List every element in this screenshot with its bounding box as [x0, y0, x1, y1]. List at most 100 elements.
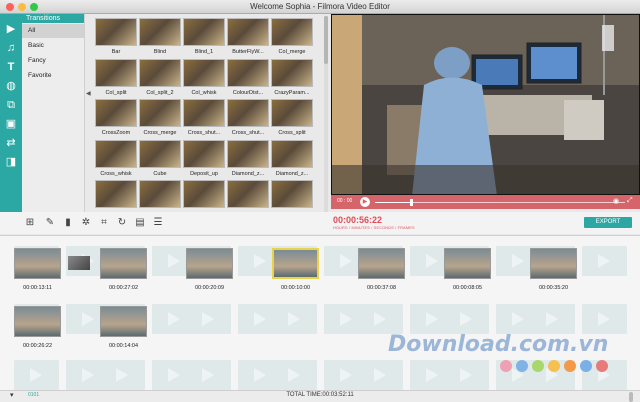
transition-item[interactable]: Cross_split	[271, 99, 313, 136]
image-icon[interactable]: ▣	[4, 117, 18, 131]
transition-item[interactable]: Col_merge	[271, 18, 313, 55]
transition-thumbnail	[139, 99, 181, 127]
storyboard-clip[interactable]	[186, 248, 233, 279]
add-media-icon[interactable]: ⊞	[24, 217, 36, 229]
transition-thumbnail	[271, 99, 313, 127]
transition-item[interactable]: Cross_merge	[139, 99, 181, 136]
storyboard-clip[interactable]	[358, 248, 405, 279]
current-time: 00 : 00	[337, 198, 353, 204]
transition-item[interactable]	[227, 180, 269, 211]
transition-scrollbar[interactable]	[324, 16, 328, 212]
playback-bar: 00 : 00 ▶ ◉ ⤢	[331, 195, 640, 209]
transition-label: Diamond_z...	[231, 170, 265, 177]
empty-slot[interactable]	[582, 246, 627, 276]
empty-slot[interactable]	[186, 304, 231, 334]
transition-label: Col_split_2	[146, 89, 174, 96]
storyboard-clip[interactable]	[530, 248, 577, 279]
title-bar: Welcome Sophia - Filmora Video Editor	[0, 0, 640, 14]
total-time: TOTAL TIME:00:03:52:11	[286, 392, 354, 398]
transition-item[interactable]: ButterFlyW...	[227, 18, 269, 55]
transition-item[interactable]	[95, 180, 137, 211]
snapshot-icon[interactable]: ◉	[613, 197, 619, 205]
preview-frame	[332, 15, 639, 194]
zoom-window-button[interactable]	[30, 3, 38, 11]
storyboard-clip[interactable]	[444, 248, 491, 279]
storyboard-clip[interactable]	[100, 306, 147, 337]
export-button[interactable]: EXPORT	[584, 217, 632, 228]
empty-slot[interactable]	[14, 360, 59, 390]
color-icon[interactable]: ✲	[80, 217, 92, 229]
transition-item[interactable]: Col_split_2	[139, 58, 181, 96]
empty-slot[interactable]	[582, 304, 627, 334]
transition-thumbnail	[227, 18, 269, 46]
screenshot-icon[interactable]: ▤	[134, 217, 146, 229]
transition-item[interactable]: Cross_whisk	[95, 139, 137, 177]
empty-slot[interactable]	[358, 360, 403, 390]
rotate-icon[interactable]: ↻	[116, 217, 128, 229]
transition-item[interactable]	[139, 180, 181, 211]
category-all[interactable]: All	[22, 24, 84, 38]
watermark-dot	[596, 360, 608, 372]
empty-slot[interactable]	[272, 360, 317, 390]
minimize-window-button[interactable]	[18, 3, 26, 11]
film-icon[interactable]: ▶	[4, 22, 18, 36]
watermark-dot	[500, 360, 512, 372]
transition-item[interactable]: Diamond_z...	[271, 139, 313, 177]
delete-icon[interactable]: ▮	[62, 217, 74, 229]
category-fancy[interactable]: Fancy	[22, 54, 84, 68]
transition-item[interactable]: Diamond_z...	[227, 139, 269, 177]
collapse-panel-icon[interactable]: ◀	[86, 90, 91, 97]
storyboard-clip[interactable]	[14, 306, 61, 337]
seek-progress	[375, 202, 410, 203]
text-icon[interactable]: T	[4, 60, 18, 74]
transition-thumbnail	[271, 18, 313, 46]
empty-slot[interactable]	[444, 360, 489, 390]
split-screen-icon[interactable]: ◨	[4, 155, 18, 169]
overlay-icon[interactable]: ⧉	[4, 98, 18, 112]
transition-item[interactable]: ColourDist...	[227, 58, 269, 96]
storyboard-clip[interactable]	[272, 248, 319, 279]
adjust-icon[interactable]: ☰	[152, 217, 164, 229]
transition-icon[interactable]: ⇄	[4, 136, 18, 150]
storyboard-clip[interactable]	[100, 248, 147, 279]
play-button[interactable]: ▶	[360, 197, 370, 207]
watermark-dot	[548, 360, 560, 372]
transition-item[interactable]: Blind_1	[183, 18, 225, 55]
transition-item[interactable]: Cross_shut...	[227, 99, 269, 136]
transition-thumbnail	[95, 18, 137, 46]
transition-item[interactable]: CrazyParam...	[271, 58, 313, 96]
transition-thumbnail	[227, 139, 269, 168]
crop-icon[interactable]: ⌗	[98, 217, 110, 229]
transition-item[interactable]	[183, 180, 225, 211]
empty-slot[interactable]	[530, 304, 575, 334]
fullscreen-icon[interactable]: ⤢	[627, 197, 633, 205]
category-basic[interactable]: Basic	[22, 39, 84, 53]
storyboard-scrollbar[interactable]	[629, 392, 633, 402]
transition-item[interactable]: Blind	[139, 18, 181, 55]
transition-thumbnail	[183, 58, 225, 87]
transition-item[interactable]: Cross_shut...	[183, 99, 225, 136]
empty-slot[interactable]	[100, 360, 145, 390]
close-window-button[interactable]	[6, 3, 14, 11]
transition-item[interactable]	[271, 180, 313, 211]
empty-slot[interactable]	[272, 304, 317, 334]
transition-marker[interactable]	[68, 256, 90, 270]
empty-slot[interactable]	[186, 360, 231, 390]
transition-item[interactable]: Bar	[95, 18, 137, 55]
storyboard-clip[interactable]	[14, 248, 61, 279]
transition-thumbnail	[95, 139, 137, 168]
empty-slot[interactable]	[444, 304, 489, 334]
transition-thumbnail	[227, 99, 269, 127]
music-icon[interactable]: ♫	[4, 41, 18, 55]
transition-item[interactable]: Deposit_up	[183, 139, 225, 177]
transition-thumbnail	[139, 139, 181, 168]
transition-item[interactable]: CrossZoom	[95, 99, 137, 136]
filter-icon[interactable]: ◍	[4, 79, 18, 93]
transition-item[interactable]: Col_whisk	[183, 58, 225, 96]
transition-item[interactable]: Col_split	[95, 58, 137, 96]
seek-handle[interactable]	[410, 199, 413, 206]
edit-icon[interactable]: ✎	[44, 217, 56, 229]
transition-item[interactable]: Cube	[139, 139, 181, 177]
empty-slot[interactable]	[358, 304, 403, 334]
category-favorite[interactable]: Favorite	[22, 69, 84, 83]
